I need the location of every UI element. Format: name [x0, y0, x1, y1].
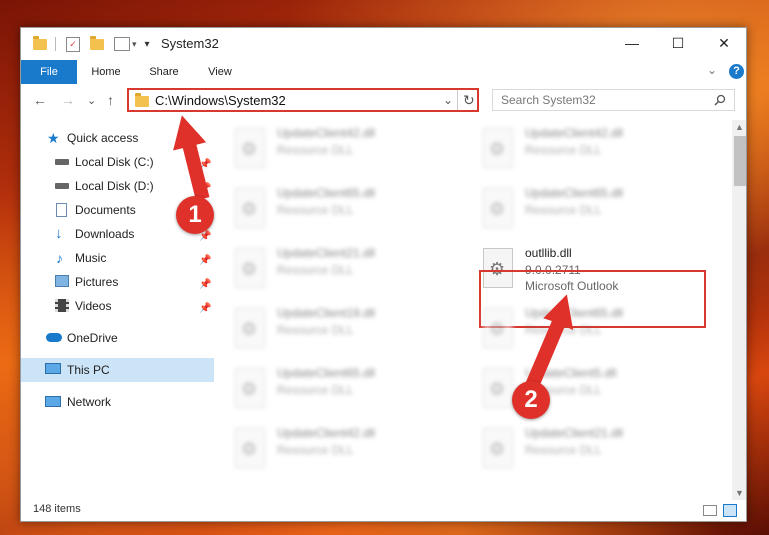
annotation-arrows — [173, 115, 574, 391]
callout-2: 2 — [512, 381, 550, 419]
callout-1: 1 — [176, 196, 214, 234]
arrow-2 — [525, 294, 574, 391]
arrow-1 — [173, 115, 210, 201]
